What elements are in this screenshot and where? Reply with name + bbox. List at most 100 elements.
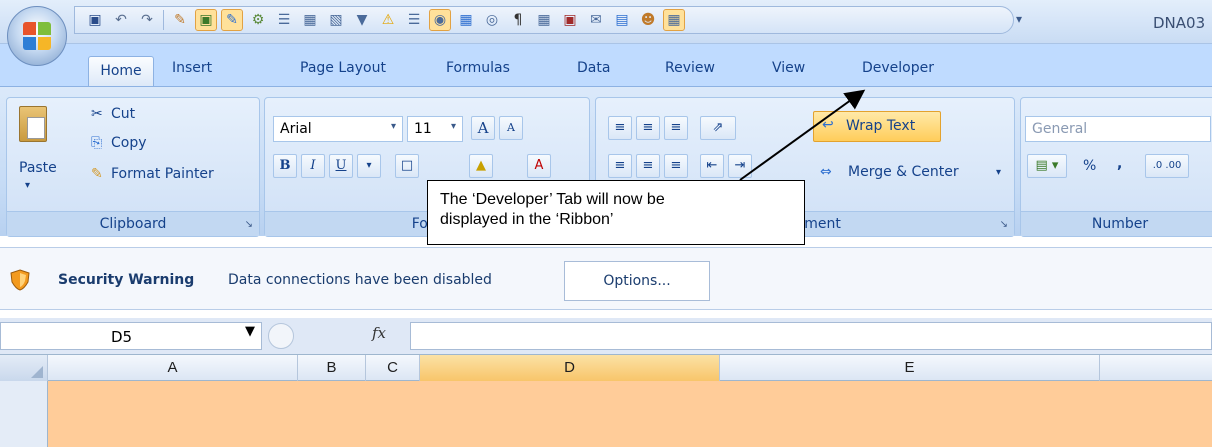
audit-icon[interactable]: ◎ — [482, 10, 502, 30]
paste-button[interactable]: Paste — [19, 160, 57, 176]
font-name-field[interactable]: Arial ▾ — [273, 116, 403, 142]
align-top-icon[interactable]: ≡ — [608, 116, 632, 140]
font-name-dropdown-icon[interactable]: ▾ — [391, 121, 396, 132]
pivot-icon[interactable]: ▧ — [326, 10, 346, 30]
paragraph-icon[interactable]: ¶ — [508, 10, 528, 30]
format-painter-icon[interactable]: ✎ — [91, 166, 103, 182]
column-header-e[interactable]: E — [720, 355, 1100, 381]
tab-page-layout[interactable]: Page Layout — [300, 60, 386, 76]
save-icon[interactable]: ▣ — [85, 10, 105, 30]
merge-center-button[interactable]: Merge & Center — [848, 164, 959, 180]
decrease-indent-icon[interactable]: ⇤ — [700, 154, 724, 178]
cut-icon[interactable]: ✂ — [91, 106, 103, 122]
form-icon[interactable]: ▤ — [612, 10, 632, 30]
number-label: Number — [1021, 211, 1212, 236]
worksheet-cells[interactable] — [0, 381, 1212, 447]
people-icon[interactable]: ☻ — [638, 10, 658, 30]
paste-dropdown-icon[interactable]: ▾ — [25, 180, 30, 191]
font-size-field[interactable]: 11 ▾ — [407, 116, 463, 142]
qat-customize-icon[interactable]: ▾ — [1016, 12, 1022, 26]
currency-icon[interactable]: ▤ ▾ — [1027, 154, 1067, 178]
align-left-icon[interactable]: ≡ — [608, 154, 632, 178]
options-button[interactable]: Options... — [564, 261, 710, 301]
comment-icon[interactable]: ✉ — [586, 10, 606, 30]
chart-icon[interactable]: ▣ — [195, 9, 217, 31]
number-group: General ▤ ▾ % , .0 .00 Number — [1020, 97, 1212, 237]
insert-function-icon[interactable]: fx — [372, 324, 386, 342]
row-header[interactable] — [0, 381, 48, 447]
warning-icon[interactable]: ⚠ — [378, 10, 398, 30]
formula-expand-icon[interactable] — [268, 323, 294, 349]
bold-button[interactable]: B — [273, 154, 297, 178]
percent-button[interactable]: % — [1083, 158, 1096, 174]
macro-icon[interactable]: ⚙ — [248, 10, 268, 30]
callout-line-1: The ‘Developer’ Tab will now be — [440, 191, 665, 208]
italic-button[interactable]: I — [301, 154, 325, 178]
copy-icon[interactable]: ⎘ — [91, 135, 102, 151]
window-title: DNA03 — [1153, 14, 1206, 32]
wrap-text-label: Wrap Text — [846, 118, 916, 134]
tab-data[interactable]: Data — [577, 60, 610, 76]
table-icon[interactable]: ▦ — [300, 10, 320, 30]
tab-review[interactable]: Review — [665, 60, 715, 76]
tab-home[interactable]: Home — [88, 56, 154, 86]
fill-color-icon[interactable]: ▲ — [469, 154, 493, 178]
column-header-f[interactable] — [1100, 355, 1212, 381]
formula-bar: D5 ▼ fx — [0, 318, 1212, 355]
cut-button[interactable]: Cut — [111, 106, 135, 122]
formula-input[interactable] — [410, 322, 1212, 350]
filter-icon[interactable]: ▼ — [352, 10, 372, 30]
font-size-dropdown-icon[interactable]: ▾ — [451, 121, 456, 132]
column-header-a[interactable]: A — [48, 355, 298, 381]
column-header-c[interactable]: C — [366, 355, 420, 381]
image-icon[interactable]: ▣ — [560, 10, 580, 30]
copy-button[interactable]: Copy — [111, 135, 147, 151]
shrink-font-button[interactable]: A — [499, 116, 523, 140]
column-headers: A B C D E — [0, 355, 1212, 381]
title-bar: ▣ ↶ ↷ ✎ ▣ ✎ ⚙ ☰ ▦ ▧ ▼ ⚠ ☰ ◉ ▦ ◎ ¶ ▦ ▣ ✉ … — [0, 0, 1212, 66]
name-box-dropdown-icon[interactable]: ▼ — [245, 324, 255, 339]
tab-formulas[interactable]: Formulas — [446, 60, 510, 76]
merge-dropdown-icon[interactable]: ▾ — [996, 167, 1001, 178]
grow-font-button[interactable]: A — [471, 116, 495, 140]
column-header-b[interactable]: B — [298, 355, 366, 381]
borders-icon[interactable]: □ — [395, 154, 419, 178]
shape-icon[interactable]: ◉ — [429, 9, 451, 31]
orientation-icon[interactable]: ⇗ — [700, 116, 736, 140]
font-name-value: Arial — [280, 121, 312, 137]
undo-icon[interactable]: ↶ — [111, 10, 131, 30]
alignment-launcher-icon[interactable]: ↘ — [1000, 219, 1008, 230]
tab-developer[interactable]: Developer — [862, 60, 934, 76]
record-icon[interactable]: ☰ — [274, 10, 294, 30]
align-bottom-icon[interactable]: ≡ — [664, 116, 688, 140]
tab-insert[interactable]: Insert — [172, 60, 212, 76]
clipboard-launcher-icon[interactable]: ↘ — [245, 219, 253, 230]
increase-indent-icon[interactable]: ⇥ — [728, 154, 752, 178]
properties-icon[interactable]: ✎ — [170, 10, 190, 30]
calendar-icon[interactable]: ▦ — [456, 10, 476, 30]
list-icon[interactable]: ☰ — [404, 10, 424, 30]
number-format-field[interactable]: General — [1025, 116, 1211, 142]
tab-view[interactable]: View — [772, 60, 805, 76]
underline-dropdown-icon[interactable]: ▾ — [357, 154, 381, 178]
column-header-d[interactable]: D — [420, 355, 720, 381]
align-center-icon[interactable]: ≡ — [636, 154, 660, 178]
redo-icon[interactable]: ↷ — [137, 10, 157, 30]
align-middle-icon[interactable]: ≡ — [636, 116, 660, 140]
select-all-corner[interactable] — [0, 355, 48, 381]
office-button[interactable] — [7, 6, 67, 66]
name-box[interactable]: D5 — [0, 322, 262, 350]
merge-center-icon[interactable]: ⇔ — [820, 164, 832, 180]
paste-icon[interactable] — [19, 106, 47, 142]
underline-button[interactable]: U — [329, 154, 353, 178]
wrap-text-button[interactable]: ↩ Wrap Text — [813, 111, 941, 142]
comma-button[interactable]: , — [1117, 156, 1122, 172]
format-painter-button[interactable]: Format Painter — [111, 166, 214, 182]
align-right-icon[interactable]: ≡ — [664, 154, 688, 178]
font-color-icon[interactable]: A — [527, 154, 551, 178]
layout-icon[interactable]: ▦ — [663, 9, 685, 31]
office-logo-icon — [23, 22, 53, 52]
grid-icon[interactable]: ▦ — [534, 10, 554, 30]
increase-decimal-icon[interactable]: .0 .00 — [1145, 154, 1189, 178]
draw-icon[interactable]: ✎ — [221, 9, 243, 31]
